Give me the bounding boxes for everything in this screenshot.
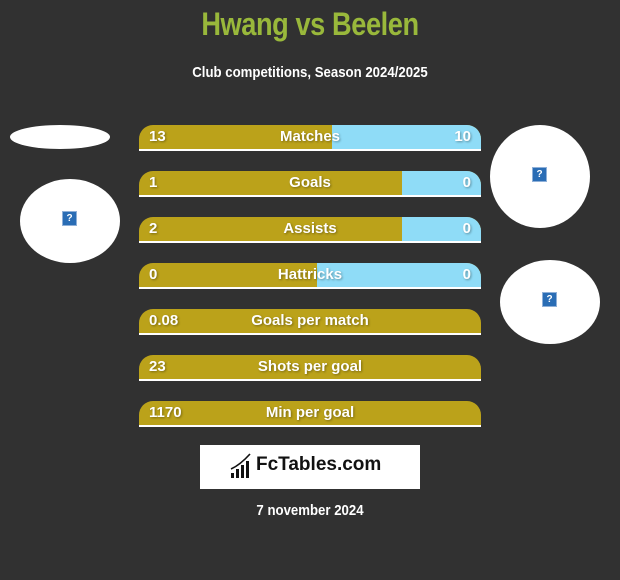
stat-bar-assists: 2 Assists 0 [139,217,481,243]
stat-label: Min per goal [265,404,355,421]
date-label: 7 november 2024 [256,502,364,519]
stat-bar-goals: 1 Goals 0 [139,171,481,197]
stat-bar-hattricks: 0 Hattricks 0 [139,263,481,289]
right-value: 0 [462,220,471,237]
right-value: 0 [462,174,471,191]
right-player-photo: ? [490,125,590,228]
right-team-logo: ? [500,260,600,344]
chart-bars-icon [230,453,251,478]
stat-label: Hattricks [277,266,343,283]
stat-label: Matches [279,128,341,145]
stat-label: Goals [289,174,331,191]
stat-bar-matches: 13 Matches 10 [139,125,481,151]
left-team-logo [10,125,110,149]
right-value: 0 [462,266,471,283]
stat-bar-goals-per-match: 0.08 Goals per match [139,309,481,335]
stat-bar-shots-per-goal: 23 Shots per goal [139,355,481,381]
page-title: Hwang vs Beelen [201,6,419,42]
right-value: 10 [454,128,471,145]
fctables-logo[interactable]: FcTables.com [200,445,420,489]
broken-image-icon: ? [532,167,547,182]
stat-label: Goals per match [251,312,369,329]
broken-image-icon: ? [62,211,77,226]
brand-name: FcTables.com [256,454,382,475]
stat-bar-min-per-goal: 1170 Min per goal [139,401,481,427]
stat-label: Shots per goal [257,358,363,375]
broken-image-icon: ? [542,292,557,307]
left-player-photo: ? [20,179,120,263]
page-subtitle: Club competitions, Season 2024/2025 [192,64,428,81]
stat-label: Assists [283,220,337,237]
